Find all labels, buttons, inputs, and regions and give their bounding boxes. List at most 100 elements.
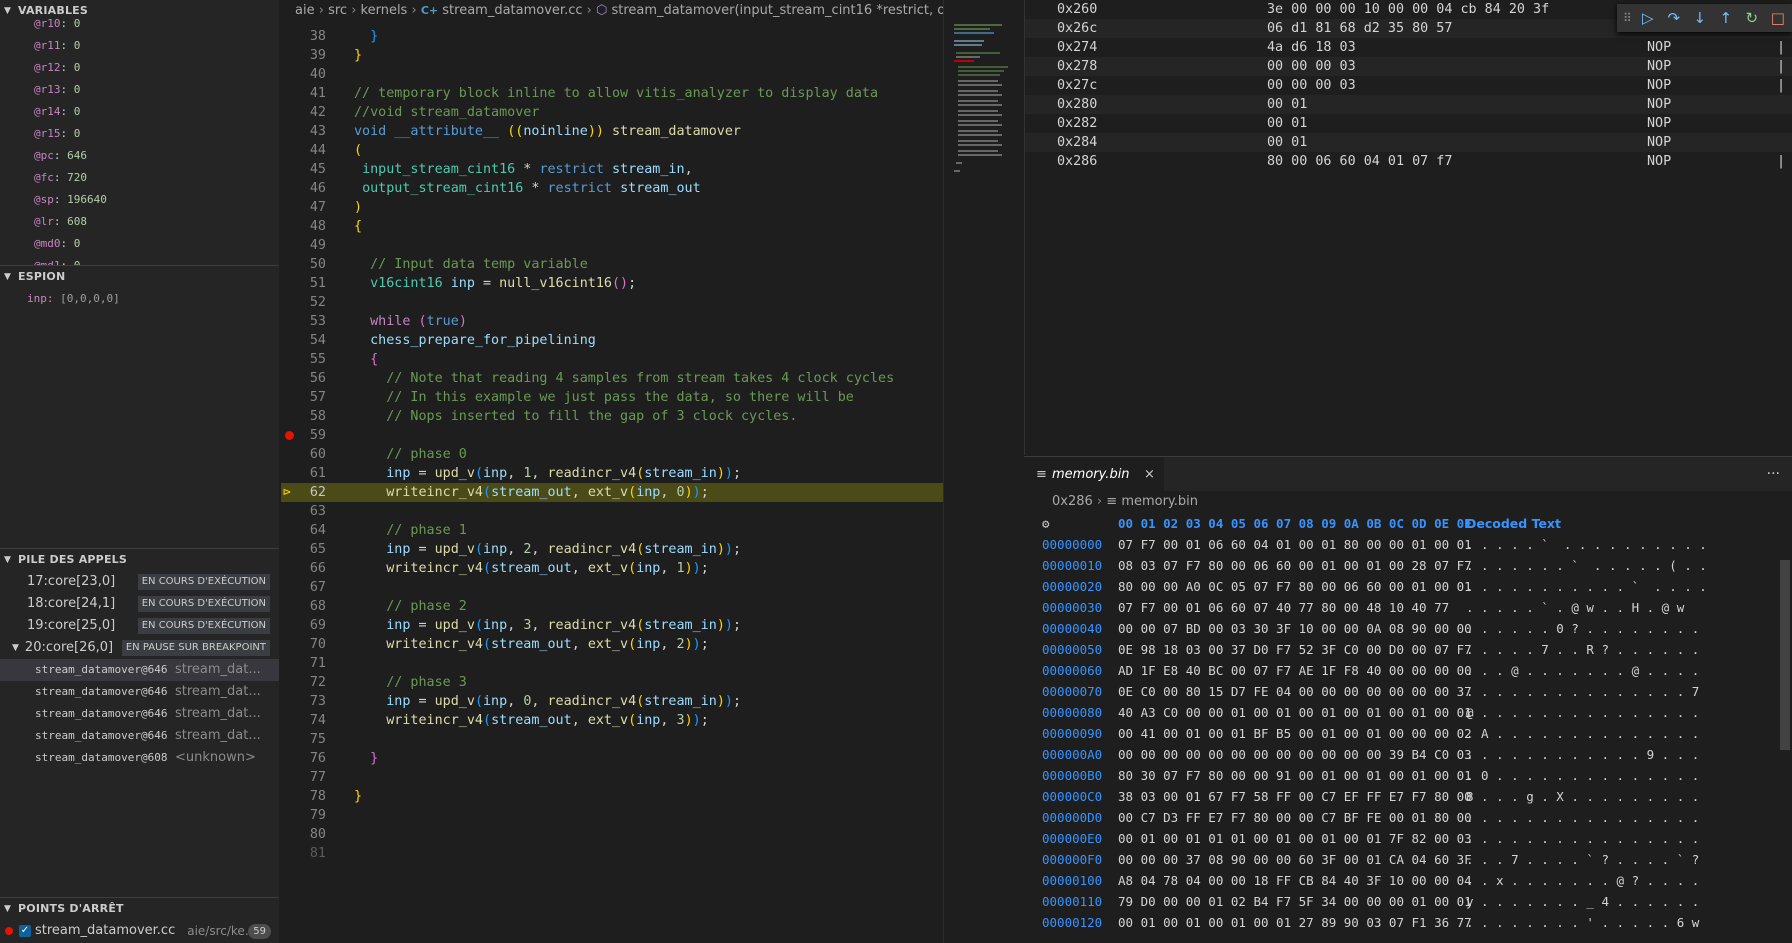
hex-decoded-text[interactable]: . A . . . . . . . . . . . . . .	[1466, 723, 1699, 744]
hex-row[interactable]: 00000010 08 03 07 F7 80 00 06 60 00 01 00…	[1024, 555, 1792, 576]
disassembly-row[interactable]: 0x274 4a d6 18 03 NOP | N	[1025, 38, 1792, 57]
code-line[interactable]: 77	[281, 768, 943, 787]
variable-row[interactable]: @r11: 0	[0, 35, 279, 57]
breakpoints-header[interactable]: ▼ POINTS D'ARRÊT	[0, 898, 279, 920]
hex-decoded-text[interactable]: . . . . . . . . . . . . . . . .	[1466, 807, 1699, 828]
code-line[interactable]: 74 writeincr_v4(stream_out, ext_v(inp, 3…	[281, 711, 943, 730]
hex-row[interactable]: 00000020 80 00 00 A0 0C 05 07 F7 80 00 06…	[1024, 576, 1792, 597]
code-line[interactable]: 76 }	[281, 749, 943, 768]
code-line[interactable]: 67	[281, 578, 943, 597]
code-area[interactable]: 38 } 39} 40 41// temporary block inline to …	[281, 27, 943, 863]
code-line[interactable]: 55 {	[281, 350, 943, 369]
code-line[interactable]: ⊳ 62 writeincr_v4(stream_out, ext_v(inp, …	[281, 483, 943, 502]
hex-decoded-text[interactable]: . . . . . . . . ' . . . . . 6 w	[1466, 912, 1699, 933]
code-line[interactable]: 60 // phase 0	[281, 445, 943, 464]
stack-frame[interactable]: stream_datamover@646 stream_dat...	[0, 681, 279, 703]
code-line[interactable]: 68 // phase 2	[281, 597, 943, 616]
close-icon[interactable]: ×	[1144, 457, 1155, 492]
code-line[interactable]: 79	[281, 806, 943, 825]
breadcrumb-file[interactable]: stream_datamover.cc	[442, 3, 582, 18]
hex-row[interactable]: 00000040 00 00 07 BD 00 03 30 3F 10 00 00…	[1024, 618, 1792, 639]
hex-bytes[interactable]: 00 00 07 BD 00 03 30 3F 10 00 00 0A 08 9…	[1118, 618, 1472, 639]
hex-bytes[interactable]: 40 A3 C0 00 00 01 00 01 00 01 00 01 00 0…	[1118, 702, 1472, 723]
code-line[interactable]: 59	[281, 426, 943, 445]
hex-decoded-text[interactable]: @ . . . . . . . . . . . . . . .	[1466, 702, 1699, 723]
disassembly-row[interactable]: 0x27c 00 00 00 03 NOP | N	[1025, 76, 1792, 95]
hex-bytes[interactable]: 00 00 00 37 08 90 00 00 60 3F 00 01 CA 0…	[1118, 849, 1472, 870]
breakpoint-checkbox[interactable]: ✓	[19, 925, 31, 937]
hex-decoded-text[interactable]: . . . . . ` . @ w . . H . @ w	[1466, 597, 1684, 618]
step-into-icon[interactable]: ↓	[1690, 8, 1710, 28]
hex-row[interactable]: 00000050 0E 98 18 03 00 37 D0 F7 52 3F C0…	[1024, 639, 1792, 660]
variable-row[interactable]: @md1: 0	[0, 255, 279, 265]
variable-row[interactable]: @md0: 0	[0, 233, 279, 255]
code-line[interactable]: 78}	[281, 787, 943, 806]
breakpoint-icon[interactable]	[285, 431, 294, 440]
hex-decoded-text[interactable]: . . x . . . . . . . @ ? . . . .	[1466, 870, 1699, 891]
hex-row[interactable]: 00000070 0E C0 00 80 15 D7 FE 04 00 00 00…	[1024, 681, 1792, 702]
code-line[interactable]: 45 input_stream_cint16 * restrict stream…	[281, 160, 943, 179]
code-line[interactable]: 73 inp = upd_v(inp, 0, readincr_v4(strea…	[281, 692, 943, 711]
callstack-header[interactable]: ▼ PILE DES APPELS	[0, 549, 279, 571]
drag-handle-icon[interactable]: ⠿	[1623, 11, 1632, 25]
code-line[interactable]: 38 }	[281, 27, 943, 46]
hex-bytes[interactable]: 80 00 00 A0 0C 05 07 F7 80 00 06 60 00 0…	[1118, 576, 1472, 597]
code-line[interactable]: 65 inp = upd_v(inp, 2, readincr_v4(strea…	[281, 540, 943, 559]
hex-decoded-text[interactable]: . . . . . . . . . . . ` . . . .	[1466, 576, 1707, 597]
hex-row[interactable]: 00000060 AD 1F E8 40 BC 00 07 F7 AE 1F F8…	[1024, 660, 1792, 681]
hex-bytes[interactable]: 00 C7 D3 FF E7 F7 80 00 00 C7 BF FE 00 0…	[1118, 807, 1472, 828]
minimap[interactable]	[943, 0, 1034, 943]
thread-row[interactable]: 17:core[23,0] EN COURS D'EXÉCUTION	[0, 571, 279, 593]
hex-row[interactable]: 00000080 40 A3 C0 00 00 01 00 01 00 01 00…	[1024, 702, 1792, 723]
code-line[interactable]: 48{	[281, 217, 943, 236]
stack-frame[interactable]: stream_datamover@646 stream_dat...	[0, 659, 279, 681]
variable-row[interactable]: @lr: 608	[0, 211, 279, 233]
watch-item[interactable]: inp: [0,0,0,0]	[0, 288, 279, 310]
hex-bytes[interactable]: 08 03 07 F7 80 00 06 60 00 01 00 01 00 2…	[1118, 555, 1472, 576]
code-line[interactable]: 54 chess_prepare_for_pipelining	[281, 331, 943, 350]
code-line[interactable]: 46 output_stream_cint16 * restrict strea…	[281, 179, 943, 198]
variable-row[interactable]: @r12: 0	[0, 57, 279, 79]
variable-row[interactable]: @r10: 0	[0, 13, 279, 35]
watch-header[interactable]: ▼ ESPION	[0, 266, 279, 288]
hex-bytes[interactable]: 00 41 00 01 00 01 BF B5 00 01 00 01 00 0…	[1118, 723, 1472, 744]
code-line[interactable]: 52	[281, 293, 943, 312]
hex-bytes[interactable]: 38 03 00 01 67 F7 58 FF 00 C7 EF FF E7 F…	[1118, 786, 1472, 807]
breadcrumb-item[interactable]: kernels	[361, 3, 408, 18]
hex-bytes[interactable]: 07 F7 00 01 06 60 04 01 00 01 80 00 00 0…	[1118, 534, 1472, 555]
code-line[interactable]: 51 v16cint16 inp = null_v16cint16();	[281, 274, 943, 293]
variable-row[interactable]: @pc: 646	[0, 145, 279, 167]
code-line[interactable]: 72 // phase 3	[281, 673, 943, 692]
code-line[interactable]: 41// temporary block inline to allow vit…	[281, 84, 943, 103]
hex-row[interactable]: 00000110 79 D0 00 00 01 02 B4 F7 5F 34 00…	[1024, 891, 1792, 912]
code-line[interactable]: 80	[281, 825, 943, 844]
settings-gear-icon[interactable]: ⚙	[1042, 513, 1050, 534]
hex-decoded-text[interactable]: . . . . . . . . . . . . . . . 7	[1466, 681, 1699, 702]
hex-decoded-text[interactable]: . . . . . ` . . . . . . . . . .	[1466, 534, 1707, 555]
code-line[interactable]: 71	[281, 654, 943, 673]
code-line[interactable]: 56 // Note that reading 4 samples from s…	[281, 369, 943, 388]
hex-bytes[interactable]: 0E 98 18 03 00 37 D0 F7 52 3F C0 00 D0 0…	[1118, 639, 1472, 660]
hex-decoded-text[interactable]: . . . . . . . . . . . . 9 . . .	[1466, 744, 1699, 765]
hex-editor[interactable]: ⚙ 00 01 02 03 04 05 06 07 08 09 0A 0B 0C…	[1024, 513, 1792, 943]
stop-icon[interactable]: □	[1768, 8, 1788, 28]
hex-decoded-text[interactable]: . . . @ . . . . . . . @ . . . .	[1466, 660, 1699, 681]
continue-icon[interactable]: ▷	[1638, 8, 1658, 28]
disassembly-row[interactable]: 0x278 00 00 00 03 NOP | N	[1025, 57, 1792, 76]
code-line[interactable]: 39}	[281, 46, 943, 65]
disassembly-view[interactable]: 0x260 3e 00 00 00 10 00 00 04 cb 84 20 3f…	[1024, 0, 1792, 455]
code-line[interactable]: 75	[281, 730, 943, 749]
breadcrumb-item[interactable]: aie	[295, 3, 315, 18]
code-line[interactable]: 44(	[281, 141, 943, 160]
breadcrumb-item[interactable]: src	[328, 3, 347, 18]
hex-bytes[interactable]: 07 F7 00 01 06 60 07 40 77 80 00 48 10 4…	[1118, 597, 1449, 618]
code-line[interactable]: 58 // Nops inserted to fill the gap of 3…	[281, 407, 943, 426]
hex-bytes[interactable]: 00 01 00 01 00 01 00 01 27 89 90 03 07 F…	[1118, 912, 1472, 933]
hex-row[interactable]: 000000F0 00 00 00 37 08 90 00 00 60 3F 00…	[1024, 849, 1792, 870]
code-line[interactable]: 40	[281, 65, 943, 84]
code-line[interactable]: 81	[281, 844, 943, 863]
hex-row[interactable]: 00000100 A8 04 78 04 00 00 18 FF CB 84 40…	[1024, 870, 1792, 891]
hex-row[interactable]: 000000C0 38 03 00 01 67 F7 58 FF 00 C7 EF…	[1024, 786, 1792, 807]
code-line[interactable]: 53 while (true)	[281, 312, 943, 331]
code-editor[interactable]: aie › src › kernels › C+ stream_datamove…	[281, 0, 943, 943]
